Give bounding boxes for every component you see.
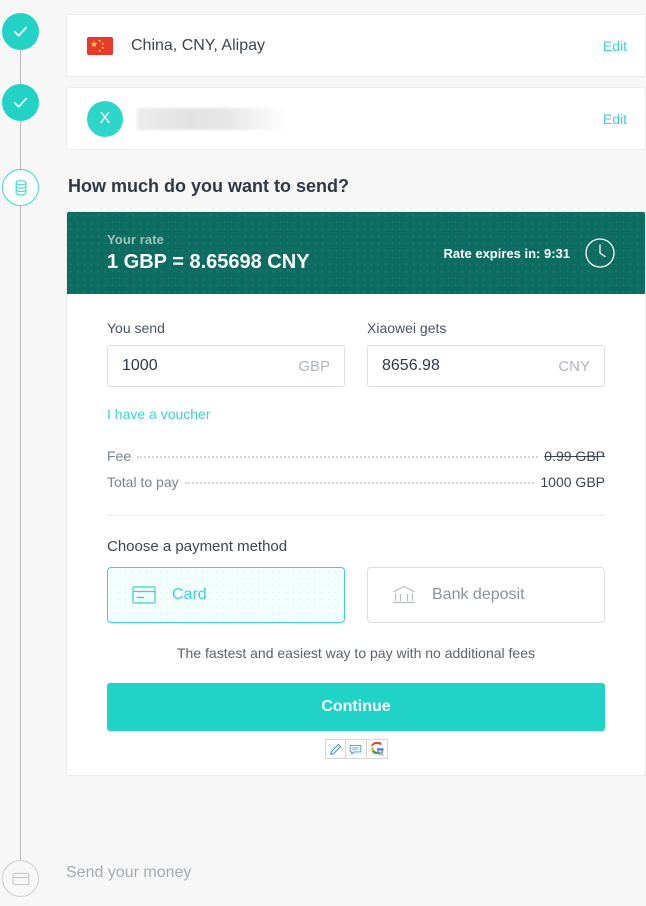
you-send-currency: GBP [298,357,330,375]
google-search-icon [370,742,384,756]
check-icon [13,26,28,37]
extension-comment-button[interactable] [345,739,367,759]
stepper-step-send-money[interactable] [2,860,39,897]
section-divider [107,515,605,516]
fee-list: Fee 0.99 GBP Total to pay 1000 GBP [107,443,605,495]
payment-option-bank-deposit[interactable]: Bank deposit [367,567,605,623]
edit-country-link[interactable]: Edit [603,38,627,54]
payment-option-bank-deposit-label: Bank deposit [432,586,525,603]
recipient-name-redacted [137,107,287,130]
comment-icon [349,744,362,755]
you-send-label: You send [107,320,165,336]
payment-option-card[interactable]: Card [107,567,345,623]
fee-row-value: 1000 GBP [540,474,605,490]
stepper-rail-line [20,120,21,170]
edit-recipient-link[interactable]: Edit [603,111,627,127]
payment-method-note: The fastest and easiest way to pay with … [177,645,535,661]
you-send-input[interactable]: 1000 GBP [107,345,345,387]
amount-form-body: You send 1000 GBP Xiaowei gets 8656.98 C… [67,294,645,775]
you-send-value[interactable]: 1000 [122,357,298,375]
summary-row-country[interactable]: ★ ★ ★ ★ ★ China, CNY, Alipay Edit [66,14,646,77]
stepper-step-amount[interactable] [2,169,39,206]
rate-value: 1 GBP = 8.65698 CNY [107,251,310,273]
extension-pen-button[interactable] [324,739,346,759]
recipient-gets-value[interactable]: 8656.98 [382,357,558,375]
amount-row: You send 1000 GBP Xiaowei gets 8656.98 C… [107,320,605,387]
rate-banner: Your rate 1 GBP = 8.65698 CNY Rate expir… [67,212,645,294]
bank-building-icon [393,585,415,604]
rate-right: Rate expires in: 9:31 [444,236,617,270]
extension-google-search-button[interactable] [366,739,388,759]
china-flag-icon: ★ ★ ★ ★ ★ [87,36,113,55]
recipient-gets-col: Xiaowei gets 8656.98 CNY [367,320,605,387]
recipient-gets-currency: CNY [558,357,590,375]
card-icon [12,872,29,885]
stepper-rail-line [20,206,21,860]
page-title: How much do you want to send? [68,176,349,196]
fee-row-label: Total to pay [107,474,179,490]
payment-method-options: Card Bank deposit [107,567,605,623]
voucher-link[interactable]: I have a voucher [107,406,211,422]
rate-left: Your rate 1 GBP = 8.65698 CNY [107,232,444,274]
pen-icon [329,743,341,755]
stepper-step-recipient-country[interactable] [2,13,39,50]
stepper-step-send-money-label: Send your money [66,864,192,881]
browser-extension-toolbar [107,739,605,759]
fee-row: Fee 0.99 GBP [107,443,605,469]
avatar: X [87,100,123,137]
you-send-col: You send 1000 GBP [107,320,345,387]
payment-method-title: Choose a payment method [107,538,288,555]
fee-row-dots [184,482,535,484]
coins-icon [15,179,26,196]
rate-expiry-label: Rate expires in: 9:31 [443,245,570,261]
fee-row: Total to pay 1000 GBP [107,469,605,495]
flag-star-small: ★ [98,47,102,53]
credit-card-icon [132,586,156,604]
recipient-gets-input[interactable]: 8656.98 CNY [367,345,605,387]
fee-row-value: 0.99 GBP [544,448,605,464]
progress-stepper [0,0,66,906]
stepper-step-recipient[interactable] [2,84,39,121]
flag-star-large: ★ [90,38,99,49]
rate-label: Your rate [107,232,165,247]
country-summary-text: China, CNY, Alipay [131,36,265,54]
clock-icon [585,238,615,268]
main-content: ★ ★ ★ ★ ★ China, CNY, Alipay Edit X Edit… [66,0,646,776]
check-icon [13,97,28,108]
continue-button[interactable]: Continue [107,683,605,731]
fee-row-dots [137,456,539,458]
amount-form-card: Your rate 1 GBP = 8.65698 CNY Rate expir… [66,211,646,776]
fee-row-label: Fee [107,448,132,464]
payment-option-card-label: Card [172,586,207,603]
form-bottom-padding [107,759,605,775]
recipient-gets-label: Xiaowei gets [367,320,447,336]
extension-button-group [324,739,388,759]
summary-row-recipient[interactable]: X Edit [66,87,646,150]
